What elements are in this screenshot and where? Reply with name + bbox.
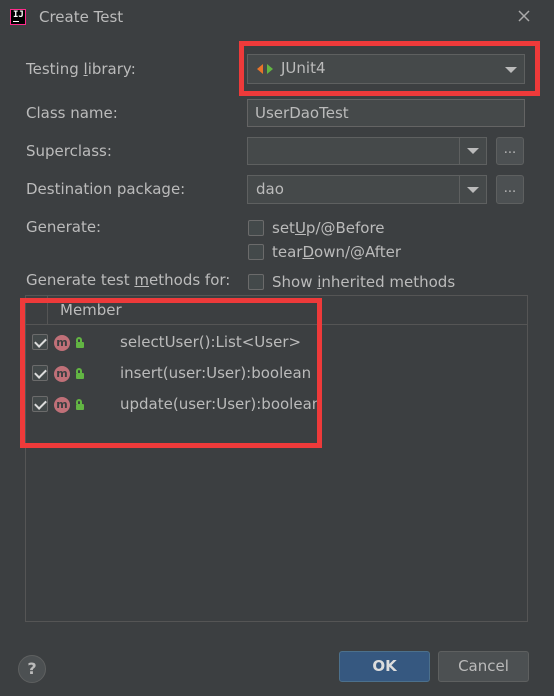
superclass-combo[interactable] (247, 137, 487, 165)
chevron-down-icon (467, 187, 479, 193)
destination-package-dropdown-button[interactable] (459, 176, 486, 203)
class-name-input[interactable]: UserDaoTest (247, 99, 525, 127)
chevron-down-icon (467, 148, 479, 154)
destination-package-combo[interactable]: dao (247, 175, 487, 204)
cancel-button[interactable]: Cancel (438, 651, 529, 682)
superclass-browse-button[interactable]: ... (496, 137, 524, 165)
generate-label: Generate: (26, 218, 102, 236)
show-inherited-label: Show inherited methods (272, 273, 456, 291)
window-title: Create Test (39, 8, 124, 26)
highlight-box-testing-library (239, 41, 540, 96)
teardown-checkbox[interactable] (248, 244, 264, 260)
show-inherited-checkbox[interactable] (248, 274, 264, 290)
methods-for-label: Generate test methods for: (26, 271, 231, 289)
close-icon[interactable] (514, 6, 534, 26)
destination-package-value: dao (256, 180, 284, 198)
help-button[interactable]: ? (18, 655, 46, 683)
testing-library-label: Testing library: (26, 60, 136, 78)
destination-package-label: Destination package: (26, 180, 186, 198)
setup-checkbox[interactable] (248, 220, 264, 236)
intellij-app-icon: IJ (10, 9, 26, 25)
class-name-label: Class name: (26, 104, 118, 122)
highlight-box-members (20, 298, 322, 448)
ok-button[interactable]: OK (339, 651, 430, 682)
superclass-label: Superclass: (26, 142, 112, 160)
destination-package-browse-button[interactable]: ... (496, 175, 524, 204)
superclass-dropdown-button[interactable] (459, 138, 486, 164)
setup-label: setUp/@Before (272, 219, 385, 237)
teardown-label: tearDown/@After (272, 243, 402, 261)
